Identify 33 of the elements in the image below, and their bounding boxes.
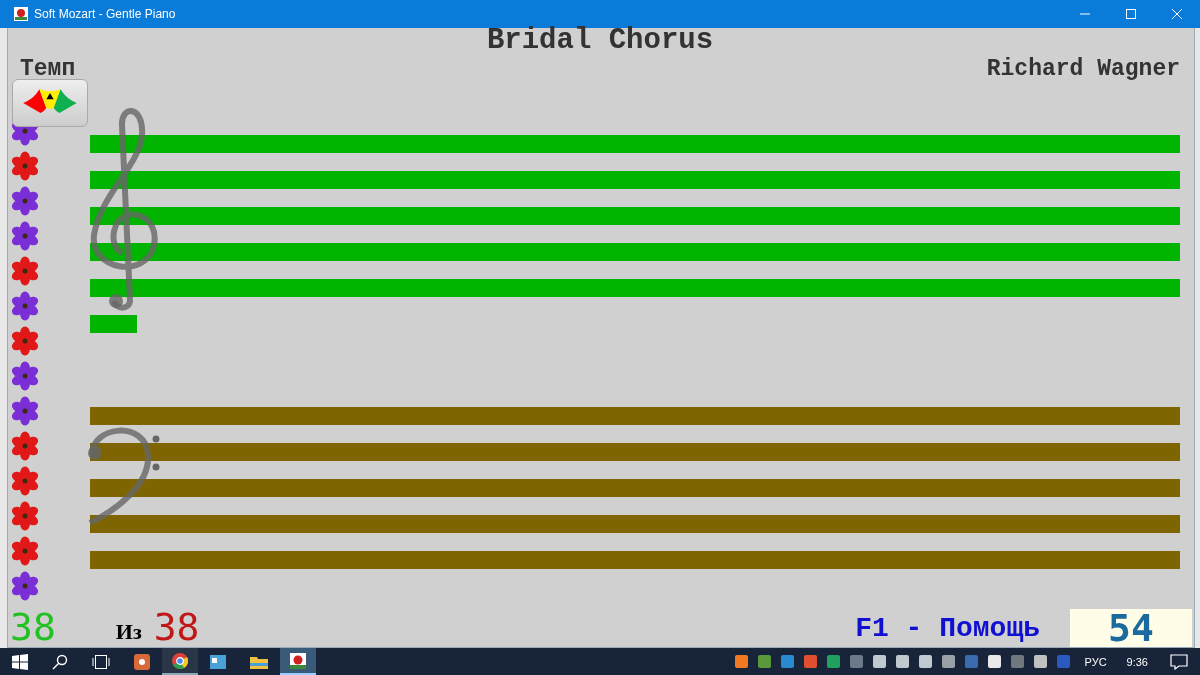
tray-icon[interactable] [987,655,1001,668]
browser-taskbar-button[interactable] [162,648,198,675]
tray-icon[interactable] [872,655,886,668]
notification-icon[interactable] [1170,653,1188,670]
flower-taskbar-button[interactable] [280,648,316,675]
browser-icon [172,652,188,669]
help-hint: F1 - Помощь [855,612,1040,646]
tray-icon[interactable] [918,655,932,668]
close-icon[interactable] [1172,9,1182,19]
tray-icon[interactable] [734,655,748,668]
tempo-label: Темп [20,56,76,82]
tempo-gauge[interactable] [12,79,88,127]
progress-count: 38 [9,607,56,647]
flower-app-icon [290,652,306,669]
clock[interactable]: 9:36 [1126,655,1148,668]
window-title: Soft Mozart - Gentle Piano [34,7,176,21]
search-icon[interactable] [52,653,68,670]
folder-icon[interactable] [250,654,268,669]
flower-app-icon [14,7,28,21]
language-indicator[interactable]: РУС [1084,655,1107,668]
piece-title: Bridal Chorus [485,28,715,54]
app-icon[interactable] [210,654,226,669]
task-view-icon[interactable] [92,654,110,669]
total-count: 38 [153,607,200,647]
maximize-icon[interactable] [1126,9,1136,19]
of-label: Из [115,618,142,646]
app-icon[interactable] [134,653,150,670]
tray-icon[interactable] [895,655,909,668]
tray-icon[interactable] [941,655,955,668]
tray-icon[interactable] [1033,655,1047,668]
composer-name: Richard Wagner [986,56,1180,82]
score-display: 54 [1070,609,1192,647]
windows-logo-icon[interactable] [12,653,28,670]
